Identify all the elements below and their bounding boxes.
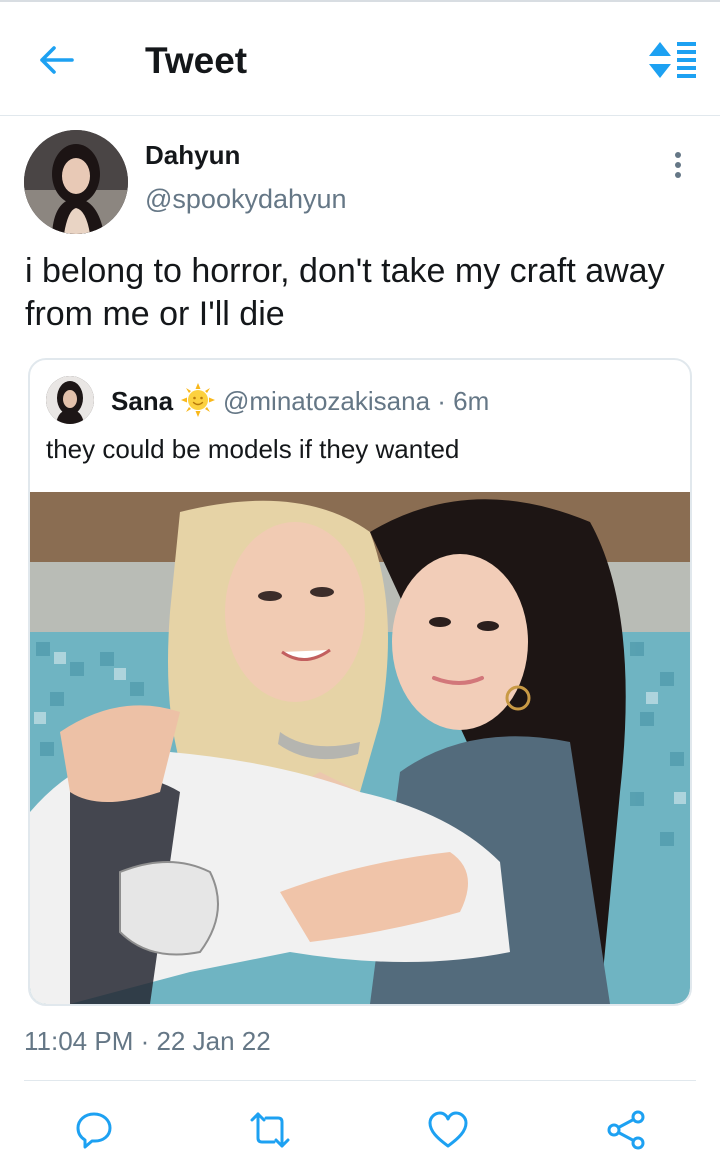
divider bbox=[24, 1080, 696, 1081]
top-app-bar: Tweet bbox=[0, 0, 720, 116]
sun-emoji-icon bbox=[180, 382, 216, 418]
back-button[interactable] bbox=[36, 40, 76, 80]
sort-button[interactable] bbox=[646, 40, 698, 80]
sort-icon bbox=[649, 42, 696, 78]
back-arrow-icon bbox=[40, 46, 74, 74]
avatar[interactable] bbox=[24, 130, 128, 234]
quoted-tweet-card[interactable]: Sana @minatozakisana · 6m they could be … bbox=[28, 358, 692, 1006]
like-button[interactable] bbox=[424, 1106, 472, 1154]
reply-icon bbox=[76, 1112, 112, 1149]
more-dot-icon bbox=[675, 172, 681, 178]
share-icon bbox=[607, 1110, 645, 1150]
quoted-handle-time: @minatozakisana · 6m bbox=[223, 386, 490, 416]
tweet-timestamp: 11:04 PM · 22 Jan 22 bbox=[24, 1026, 271, 1056]
heart-icon bbox=[428, 1111, 468, 1148]
retweet-icon bbox=[250, 1112, 290, 1148]
more-options-button[interactable] bbox=[664, 148, 692, 182]
author-name[interactable]: Dahyun bbox=[145, 140, 240, 171]
tweet-actions-bar bbox=[0, 1100, 720, 1160]
tweet-author: Dahyun @spookydahyun bbox=[24, 130, 696, 235]
author-handle[interactable]: @spookydahyun bbox=[145, 184, 347, 215]
more-dot-icon bbox=[675, 162, 681, 168]
page-title: Tweet bbox=[145, 40, 248, 81]
reply-button[interactable] bbox=[70, 1106, 118, 1154]
share-button[interactable] bbox=[602, 1106, 650, 1154]
quoted-author-name[interactable]: Sana bbox=[111, 386, 173, 417]
tweet-text: i belong to horror, don't take my craft … bbox=[25, 252, 665, 333]
retweet-button[interactable] bbox=[246, 1106, 294, 1154]
quoted-avatar[interactable] bbox=[46, 376, 94, 424]
quoted-tweet-text: they could be models if they wanted bbox=[46, 434, 460, 464]
quoted-tweet-photo[interactable] bbox=[30, 492, 690, 1004]
more-dot-icon bbox=[675, 152, 681, 158]
